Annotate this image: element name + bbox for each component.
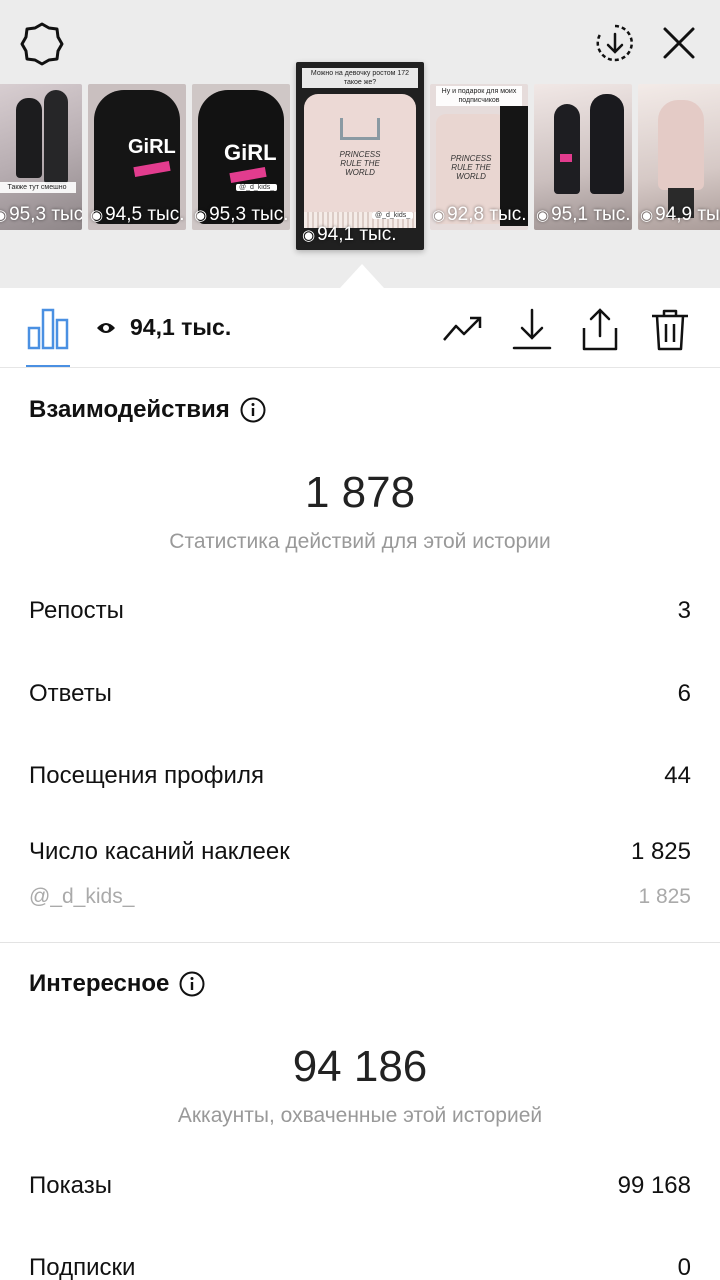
info-icon[interactable]: [240, 397, 266, 423]
story-caption: Можно на девочку ростом 172 такое же?: [302, 68, 418, 88]
stat-value: 3: [677, 597, 691, 624]
stat-row-profile-visits: Посещения профиля 44: [29, 762, 691, 790]
stat-value: 99 168: [617, 1172, 691, 1199]
discovery-subtitle: Аккаунты, охваченные этой историей: [177, 1104, 543, 1127]
stat-row-replies: Ответы 6: [29, 680, 691, 708]
mention-tag: @_d_kids_: [372, 212, 414, 219]
stat-label: Подписки: [29, 1254, 136, 1280]
stat-label: Ответы: [29, 680, 112, 707]
trash-icon: [652, 309, 688, 351]
story-thumbnail[interactable]: Также тут смешно ◉ 95,3 тыс.: [0, 84, 82, 230]
info-icon[interactable]: [179, 971, 205, 997]
hoodie-print: GiRL: [224, 140, 277, 165]
story-caption: Также тут смешно: [0, 182, 76, 193]
interactions-heading: Взаимодействия: [29, 396, 266, 424]
stat-value: 0: [677, 1254, 691, 1280]
interactions-title: Взаимодействия: [29, 396, 230, 423]
active-tab-underline: [26, 365, 70, 367]
story-views: ◉ 94,1 тыс.: [302, 224, 397, 245]
discovery-title: Интересное: [29, 970, 170, 997]
discovery-total: 94 186: [292, 1042, 428, 1091]
story-thumbnail-active[interactable]: PRINCESS RULE THE WORLD Можно на девочку…: [296, 62, 424, 250]
kids-silhouette: [44, 90, 68, 184]
share-icon: [582, 308, 618, 351]
story-thumbnail[interactable]: GiRL @_d_kids_ ◉ 95,3 тыс.: [192, 84, 290, 230]
stat-label: Посещения профиля: [29, 762, 264, 789]
insights-tab[interactable]: [26, 306, 70, 350]
trending-icon: [443, 316, 482, 341]
mention-tag: @_d_kids_: [236, 184, 278, 191]
stat-label: Число касаний наклеек: [29, 838, 290, 865]
download-circle-icon: [596, 24, 633, 62]
stat-row-reposts: Репосты 3: [29, 597, 691, 625]
story-thumbnail[interactable]: ◉94,9 тыс.: [638, 84, 720, 230]
story-views: ◉94,9 тыс.: [640, 204, 720, 225]
discovery-heading: Интересное: [29, 970, 205, 998]
story-toolbar: 94,1 тыс.: [0, 288, 720, 368]
story-views: ◉ 95,1 тыс.: [536, 204, 631, 225]
story-views: ◉ 92,8 тыс.: [432, 204, 527, 225]
stat-label: Показы: [29, 1172, 112, 1199]
interactions-subtitle: Статистика действий для этой истории: [169, 530, 551, 553]
kids-silhouette: [16, 98, 42, 178]
close-icon: [663, 27, 695, 59]
eye-icon: ◉: [640, 207, 654, 224]
eye-icon: ◉: [302, 227, 316, 244]
active-story-pointer: [340, 264, 384, 288]
stat-row-follows: Подписки 0: [29, 1254, 691, 1280]
eye-icon: ◉: [90, 207, 104, 224]
stat-sublabel: @_d_kids_: [29, 885, 135, 908]
pink-accent: [560, 154, 572, 162]
download-icon: [512, 308, 552, 350]
stat-value: 1 825: [630, 838, 691, 865]
story-views: ◉ 95,3 тыс.: [0, 204, 82, 226]
eye-icon: ◉: [194, 207, 208, 224]
save-button[interactable]: [512, 308, 552, 350]
story-thumbnail[interactable]: GiRL ◉ 94,5 тыс.: [88, 84, 186, 230]
story-strip-area: Также тут смешно ◉ 95,3 тыс. GiRL ◉ 94,5 т…: [0, 0, 720, 288]
stat-label: Репосты: [29, 597, 124, 624]
views-count: 94,1 тыс.: [96, 314, 231, 341]
views-label: 94,1 тыс.: [130, 314, 232, 340]
story-thumbnail[interactable]: PRINCESS RULE THE WORLD Ну и подарок для…: [430, 84, 528, 230]
story-thumbnail[interactable]: ◉ 95,1 тыс.: [534, 84, 632, 230]
kids-silhouette: [554, 104, 580, 194]
stat-row-impressions: Показы 99 168: [29, 1172, 691, 1200]
stat-row-sticker-taps: Число касаний наклеек 1 825: [29, 838, 691, 866]
eye-icon: ◉: [432, 207, 446, 224]
eye-icon: ◉: [0, 207, 8, 224]
girl-silhouette: [658, 100, 704, 190]
story-views: ◉ 94,5 тыс.: [90, 204, 185, 225]
interactions-total: 1 878: [304, 468, 416, 517]
bar-chart-icon: [27, 308, 69, 350]
stories-carousel: Также тут смешно ◉ 95,3 тыс. GiRL ◉ 94,5 т…: [0, 60, 720, 260]
kids-silhouette: [590, 94, 624, 194]
eye-icon: ◉: [536, 207, 550, 224]
shirt-print-text: PRINCESS RULE THE WORLD: [450, 154, 492, 181]
stat-value: 6: [677, 680, 691, 707]
stat-subrow-mention: @_d_kids_ 1 825: [29, 885, 691, 909]
section-divider: [0, 942, 720, 943]
stat-subvalue: 1 825: [638, 885, 691, 908]
eye-icon: [97, 322, 115, 333]
shirt-print-text: PRINCESS RULE THE WORLD: [339, 150, 381, 177]
promote-button[interactable]: [442, 308, 482, 348]
share-button[interactable]: [580, 308, 620, 351]
delete-button[interactable]: [650, 308, 690, 351]
stat-value: 44: [664, 762, 691, 789]
crown-print: [340, 118, 380, 140]
story-caption: Ну и подарок для моих подписчиков: [436, 86, 522, 106]
story-views: ◉ 95,3 тыс.: [194, 204, 289, 225]
